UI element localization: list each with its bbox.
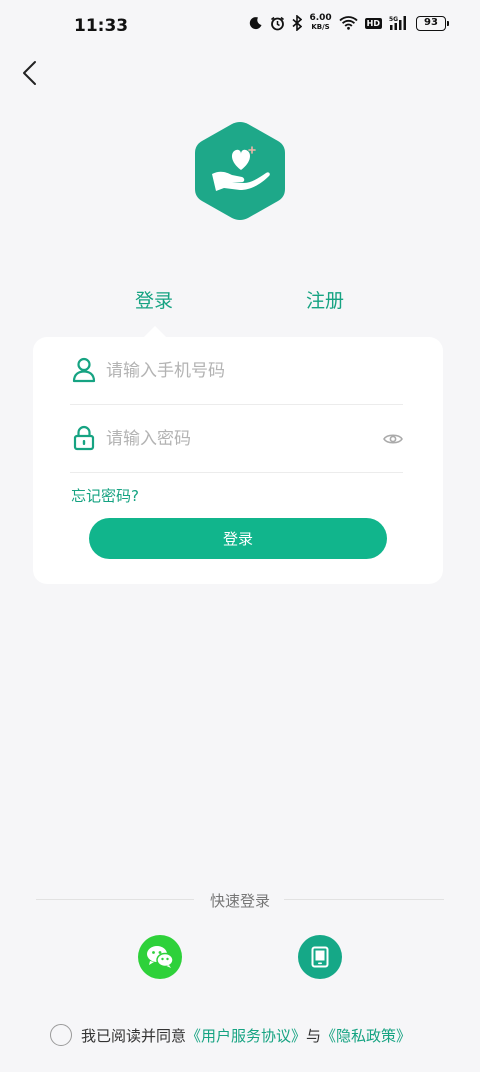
back-button[interactable] — [14, 56, 46, 90]
signal-icon: 5G — [389, 16, 406, 30]
svg-text:5G: 5G — [389, 16, 398, 23]
eye-icon[interactable] — [383, 429, 403, 449]
tablet-icon — [311, 946, 329, 968]
service-agreement-link[interactable]: 《用户服务协议》 — [186, 1025, 306, 1046]
phone-input[interactable] — [106, 355, 366, 387]
lock-icon — [73, 425, 95, 451]
password-input[interactable] — [106, 423, 366, 455]
agreement-checkbox[interactable] — [50, 1024, 72, 1046]
status-time: 11:33 — [74, 16, 129, 36]
agreement-prefix: 我已阅读并同意 — [81, 1026, 187, 1045]
alarm-icon — [271, 16, 285, 30]
hd-badge: HD — [364, 17, 382, 29]
wechat-icon — [147, 946, 174, 968]
bluetooth-icon — [292, 15, 303, 31]
login-button[interactable]: 登录 — [89, 518, 387, 559]
login-card: 忘记密码? 登录 — [33, 337, 443, 584]
privacy-policy-link[interactable]: 《隐私政策》 — [321, 1025, 411, 1046]
tab-login[interactable]: 登录 — [135, 286, 173, 313]
password-field-row — [70, 405, 403, 473]
divider-left — [36, 899, 194, 900]
status-icons: 6.00 KB/S HD 5G 93 — [249, 13, 449, 32]
login-screen: 11:33 6.00 KB/S HD 5G 93 登录 注册 请输入手机号码 忘… — [0, 0, 480, 1072]
chevron-left-icon — [23, 61, 36, 85]
tablet-login-button[interactable] — [298, 935, 342, 979]
phone-field-row — [70, 337, 403, 405]
app-logo — [195, 122, 285, 220]
agreement-conjunction: 与 — [306, 1026, 322, 1045]
quick-login-label: 快速登录 — [209, 892, 270, 910]
wechat-login-button[interactable] — [138, 935, 182, 979]
moon-icon — [250, 17, 262, 30]
divider-right — [284, 899, 444, 900]
forgot-password-link[interactable]: 忘记密码? — [71, 485, 139, 506]
tab-register[interactable]: 注册 — [306, 286, 344, 313]
status-bar: 11:33 6.00 KB/S HD 5G 93 — [0, 0, 480, 56]
net-speed: 6.00 KB/S — [309, 13, 332, 32]
battery-icon: 93 — [416, 15, 449, 31]
wifi-icon — [339, 16, 358, 30]
agreement-row: 我已阅读并同意 《用户服务协议》 与 《隐私政策》 — [50, 1024, 411, 1046]
user-icon — [72, 357, 96, 383]
